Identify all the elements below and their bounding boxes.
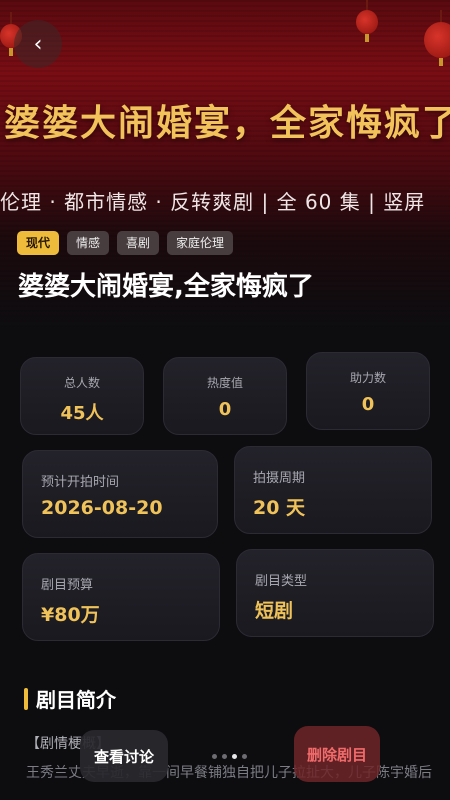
info-card-budget: 剧目预算 ¥80万 <box>22 553 220 641</box>
page-dot <box>212 754 217 759</box>
poster-title: 婆婆大闹婚宴，全家悔疯了 <box>4 103 450 144</box>
tag: 家庭伦理 <box>167 231 234 255</box>
info-value: 短剧 <box>255 600 294 622</box>
page-dot-active <box>232 754 237 759</box>
stat-card-members: 总人数 45人 <box>20 357 144 435</box>
page-indicator <box>212 754 247 759</box>
info-label: 预计开拍时间 <box>41 475 120 490</box>
stat-value: 0 <box>361 394 375 415</box>
back-button[interactable]: ‹ <box>14 20 62 68</box>
tag: 喜剧 <box>117 231 160 255</box>
stat-value: 0 <box>218 399 232 420</box>
stat-value: 45人 <box>60 403 104 424</box>
info-label: 剧目类型 <box>255 574 308 589</box>
page-title: 婆婆大闹婚宴,全家悔疯了 <box>18 272 314 302</box>
synopsis-heading: 剧目简介 <box>24 684 116 713</box>
accent-bar <box>24 687 28 710</box>
poster-subtitle: 伦理 · 都市情感 · 反转爽剧 | 全 60 集 | 竖屏 <box>0 190 426 214</box>
section-title: 剧目简介 <box>36 688 116 712</box>
tag-list: 现代 情感 喜剧 家庭伦理 <box>17 231 234 255</box>
info-value: 2026-08-20 <box>41 497 163 519</box>
info-card-type: 剧目类型 短剧 <box>236 549 434 637</box>
page-dot <box>242 754 247 759</box>
info-label: 拍摄周期 <box>253 471 306 486</box>
info-value: ¥80万 <box>41 604 100 626</box>
lantern-icon <box>424 10 450 66</box>
info-card-start-date: 预计开拍时间 2026-08-20 <box>22 450 218 538</box>
stat-label: 热度值 <box>206 376 243 390</box>
delete-drama-button[interactable]: 删除剧目 <box>294 726 380 782</box>
info-label: 剧目预算 <box>41 578 94 593</box>
info-value: 20 天 <box>253 497 306 519</box>
view-discussion-button[interactable]: 查看讨论 <box>80 730 168 782</box>
tag: 现代 <box>17 231 60 255</box>
stat-card-heat: 热度值 0 <box>163 357 287 435</box>
tag: 情感 <box>67 231 110 255</box>
lantern-icon <box>356 0 378 42</box>
chevron-left-icon: ‹ <box>33 31 43 57</box>
info-card-duration: 拍摄周期 20 天 <box>234 446 432 534</box>
page-dot <box>222 754 227 759</box>
stat-label: 总人数 <box>63 376 100 390</box>
stat-label: 助力数 <box>349 371 386 385</box>
stat-card-support: 助力数 0 <box>306 352 430 430</box>
